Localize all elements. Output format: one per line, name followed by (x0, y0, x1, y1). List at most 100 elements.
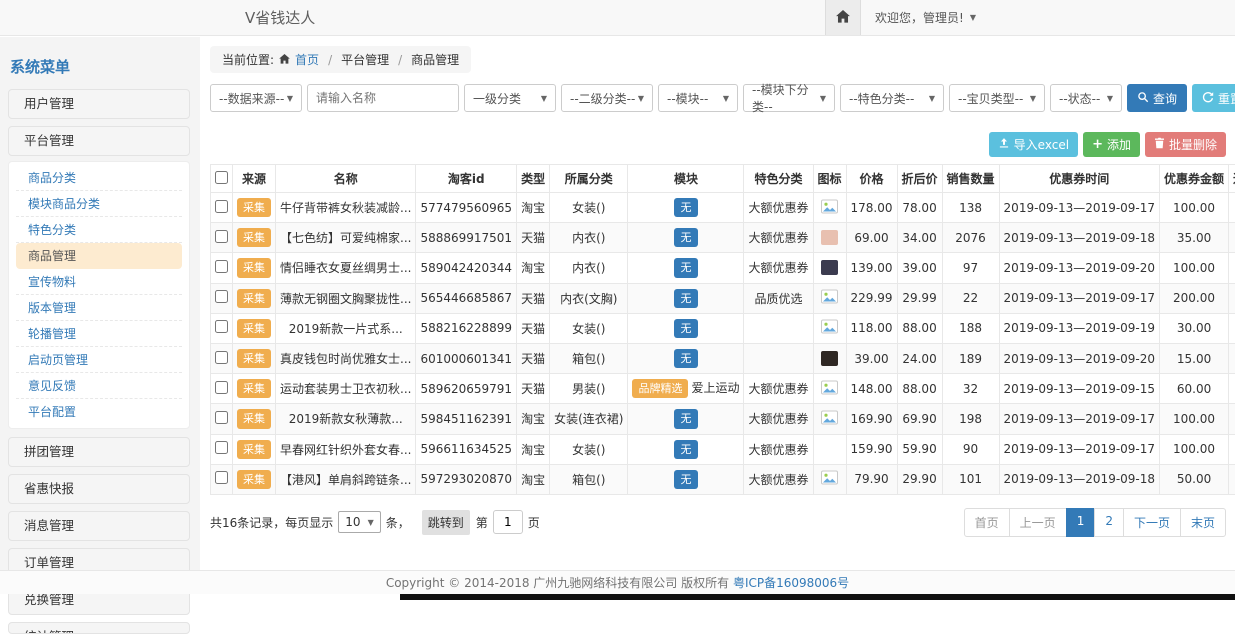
sales-cell: 97 (942, 253, 999, 283)
coupon-amount-cell: 100.00 (1160, 253, 1229, 283)
row-checkbox[interactable] (215, 351, 228, 364)
sidebar-item-1[interactable]: 模块商品分类 (16, 191, 182, 217)
broken-image-icon (821, 323, 838, 337)
coupon-amount-cell: 100.00 (1160, 193, 1229, 223)
taoke-id-cell: 589042420344 (416, 253, 517, 283)
row-checkbox[interactable] (215, 290, 228, 303)
category-cell: 内衣() (550, 253, 628, 283)
row-checkbox[interactable] (215, 471, 228, 484)
sidebar-item-8[interactable]: 意见反馈 (16, 373, 182, 399)
name-cell: 早春网红针织外套女春... (276, 434, 416, 464)
row-checkbox[interactable] (215, 411, 228, 424)
sidebar-item-6[interactable]: 轮播管理 (16, 321, 182, 347)
row-checkbox[interactable] (215, 230, 228, 243)
pagination-button-3[interactable]: 2 (1094, 508, 1124, 537)
sidebar-section-1[interactable]: 平台管理 (8, 126, 190, 156)
module-badge[interactable]: 无 (674, 289, 698, 308)
type-cell: 淘宝 (517, 253, 550, 283)
sidebar-item-3[interactable]: 商品管理 (16, 243, 182, 269)
name-input[interactable] (307, 84, 459, 112)
nav-home-button[interactable] (825, 0, 861, 35)
column-header-进口优选: 进口优选 (1229, 165, 1235, 193)
discount-price-cell: 29.99 (897, 283, 942, 313)
per-page-select[interactable]: 10 ▼ (338, 511, 380, 533)
search-button[interactable]: 查询 (1127, 84, 1187, 112)
sidebar-section-0[interactable]: 用户管理 (8, 89, 190, 119)
sidebar-item-5[interactable]: 版本管理 (16, 295, 182, 321)
product-thumbnail (821, 351, 838, 366)
module-badge[interactable]: 品牌精选 (632, 379, 688, 398)
item-type-select[interactable]: --宝贝类型--▼ (949, 84, 1045, 112)
price-cell: 178.00 (846, 193, 897, 223)
jump-button[interactable]: 跳转到 (422, 510, 470, 535)
pagination-button-1[interactable]: 上一页 (1009, 508, 1067, 537)
row-checkbox[interactable] (215, 381, 228, 394)
pagination-button-5[interactable]: 末页 (1180, 508, 1226, 537)
source-badge: 采集 (237, 440, 271, 459)
pagination-button-2[interactable]: 1 (1066, 508, 1096, 537)
taoke-id-cell: 597293020870 (416, 464, 517, 494)
module-subcategory-select[interactable]: --模块下分类--▼ (743, 84, 835, 112)
copyright-text: Copyright © 2014-2018 广州九驰网络科技有限公司 版权所有 (386, 576, 729, 590)
coupon-amount-cell: 100.00 (1160, 434, 1229, 464)
sidebar-section-4[interactable]: 省惠快报 (8, 474, 190, 504)
table-header-row: 来源名称淘客id类型所属分类模块特色分类图标价格折后价销售数量优惠券时间优惠券金… (211, 165, 1235, 193)
module-badge[interactable]: 无 (674, 470, 698, 489)
category-cell: 内衣() (550, 223, 628, 253)
breadcrumb-home-link[interactable]: 首页 (295, 51, 319, 68)
imported-cell: 否 (1229, 464, 1235, 494)
module-badge[interactable]: 无 (674, 258, 698, 277)
row-checkbox[interactable] (215, 441, 228, 454)
feature-category-select[interactable]: --特色分类--▼ (840, 84, 944, 112)
icp-link[interactable]: 粤ICP备16098006号 (733, 576, 849, 590)
row-checkbox[interactable] (215, 200, 228, 213)
module-badge[interactable]: 无 (674, 440, 698, 459)
module-badge[interactable]: 无 (674, 228, 698, 247)
category-cell: 女装(连衣裙) (550, 404, 628, 434)
status-select[interactable]: --状态--▼ (1050, 84, 1122, 112)
module-select[interactable]: --模块--▼ (658, 84, 738, 112)
pagination-button-0[interactable]: 首页 (964, 508, 1010, 537)
breadcrumb: 当前位置: 首页 / 平台管理 / 商品管理 (210, 46, 471, 73)
import-excel-button[interactable]: 导入excel (989, 132, 1078, 157)
level2-category-select[interactable]: --二级分类--▼ (561, 84, 653, 112)
data-source-select-value: --数据来源-- (219, 90, 284, 107)
module-badge[interactable]: 无 (674, 409, 698, 428)
select-all-header (211, 165, 233, 193)
module-badge[interactable]: 无 (674, 349, 698, 368)
discount-price-cell: 78.00 (897, 193, 942, 223)
select-all-checkbox[interactable] (215, 171, 228, 184)
batch-delete-button[interactable]: 批量删除 (1145, 132, 1226, 157)
pagination-button-4[interactable]: 下一页 (1123, 508, 1181, 537)
module-badge[interactable]: 无 (674, 198, 698, 217)
add-button[interactable]: + 添加 (1083, 132, 1140, 157)
sidebar-item-9[interactable]: 平台配置 (16, 399, 182, 425)
sidebar-item-7[interactable]: 启动页管理 (16, 347, 182, 373)
row-checkbox[interactable] (215, 260, 228, 273)
sidebar-section-3[interactable]: 拼团管理 (8, 437, 190, 467)
sales-cell: 32 (942, 374, 999, 404)
sidebar-section-8[interactable]: 统计管理 (8, 622, 190, 634)
column-header-销售数量: 销售数量 (942, 165, 999, 193)
column-header-来源: 来源 (233, 165, 276, 193)
column-header-名称: 名称 (276, 165, 416, 193)
row-checkbox[interactable] (215, 320, 228, 333)
table-row-3: 采集薄款无钢圈文胸聚拢性...565446685867天猫内衣(文胸)无品质优选… (211, 283, 1235, 313)
reset-button[interactable]: 重置 (1192, 84, 1235, 112)
sidebar-item-0[interactable]: 商品分类 (16, 165, 182, 191)
sidebar-item-2[interactable]: 特色分类 (16, 217, 182, 243)
column-header-特色分类: 特色分类 (744, 165, 813, 193)
source-badge: 采集 (237, 289, 271, 308)
module-badge[interactable]: 无 (674, 319, 698, 338)
data-source-select[interactable]: --数据来源--▼ (210, 84, 302, 112)
sidebar-item-4[interactable]: 宣传物料 (16, 269, 182, 295)
level1-category-select[interactable]: 一级分类▼ (464, 84, 556, 112)
page-number-input[interactable] (493, 510, 523, 534)
icon-cell (813, 404, 846, 434)
column-header-类型: 类型 (517, 165, 550, 193)
breadcrumb-prefix: 当前位置: (222, 51, 274, 68)
source-cell: 采集 (233, 374, 276, 404)
sidebar-section-5[interactable]: 消息管理 (8, 511, 190, 541)
user-menu[interactable]: 欢迎您，管理员! ▼ (861, 0, 990, 35)
source-badge: 采集 (237, 319, 271, 338)
